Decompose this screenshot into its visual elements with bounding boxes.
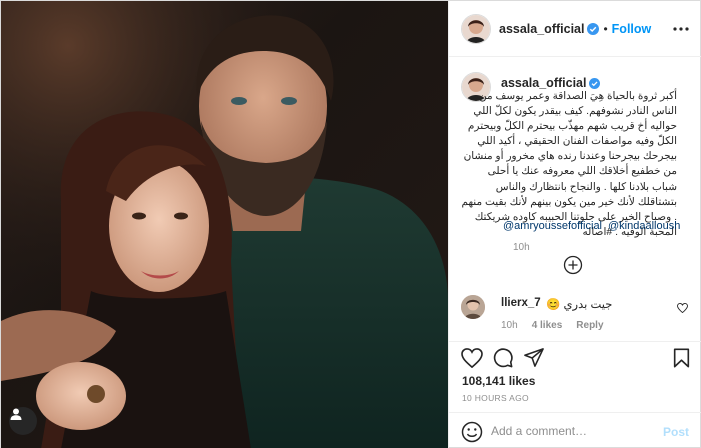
- mention-link[interactable]: @kindaalloush: [608, 220, 680, 232]
- follow-button[interactable]: Follow: [612, 22, 652, 36]
- comment-heart-icon[interactable]: [677, 302, 688, 316]
- avatar-image: [462, 14, 490, 43]
- avatar[interactable]: [461, 13, 491, 44]
- action-bar: [449, 341, 701, 375]
- user-tag-icon: [10, 408, 22, 420]
- post-photo[interactable]: [1, 1, 448, 448]
- comment-meta: 10h 4 likes Reply: [501, 320, 604, 330]
- comment-likes[interactable]: 4 likes: [532, 320, 563, 330]
- more-options-icon[interactable]: [673, 20, 689, 34]
- plus-circle-icon: [563, 255, 583, 275]
- load-more-comments-button[interactable]: [563, 255, 583, 275]
- comment-avatar[interactable]: [461, 295, 485, 319]
- post-comment-button[interactable]: Post: [663, 425, 689, 439]
- comment-time[interactable]: 10h: [501, 320, 518, 330]
- separator-dot: •: [603, 21, 608, 36]
- comment-text: 😊 جيت بدري: [546, 299, 613, 311]
- comment-bubble-icon[interactable]: [493, 348, 513, 371]
- instagram-post: assala_official • Follow assala_official…: [0, 0, 701, 448]
- comment-composer: Post: [449, 412, 701, 448]
- caption-time[interactable]: 10h: [513, 242, 530, 253]
- caption-mentions: @amryoussefofficial @kindaalloush: [503, 220, 686, 232]
- header-username[interactable]: assala_official: [499, 22, 584, 36]
- smiley-icon[interactable]: [461, 421, 483, 446]
- paper-plane-icon[interactable]: [524, 348, 544, 371]
- photo-illustration: [1, 1, 448, 448]
- heart-icon[interactable]: [461, 348, 483, 371]
- comment-input[interactable]: [491, 421, 651, 441]
- mention-link[interactable]: @amryoussefofficial: [503, 220, 602, 232]
- comments-area[interactable]: assala_official أكبر ثروة بالحياة هِيَ ا…: [449, 58, 701, 330]
- user-tag-button[interactable]: [9, 407, 37, 435]
- post-timestamp[interactable]: 10 HOURS AGO: [462, 393, 529, 403]
- verified-badge-icon: [587, 22, 600, 35]
- caption-username[interactable]: assala_official: [501, 76, 586, 90]
- caption-username-wrap: assala_official: [501, 76, 601, 90]
- post-header: assala_official • Follow: [449, 1, 701, 57]
- verified-badge-icon: [589, 77, 601, 89]
- comment-username[interactable]: llierx_7: [501, 297, 541, 309]
- caption-text: أكبر ثروة بالحياة هِيَ الصداقة وعمر يوسف…: [461, 90, 677, 238]
- bookmark-icon[interactable]: [673, 348, 690, 371]
- post-sidebar: assala_official • Follow assala_official…: [448, 1, 701, 448]
- reply-button[interactable]: Reply: [576, 320, 603, 330]
- avatar-image: [461, 295, 485, 319]
- comment-item: llierx_7 😊 جيت بدري 10h 4 likes Reply: [461, 293, 693, 330]
- likes-count[interactable]: 108,141 likes: [462, 374, 535, 388]
